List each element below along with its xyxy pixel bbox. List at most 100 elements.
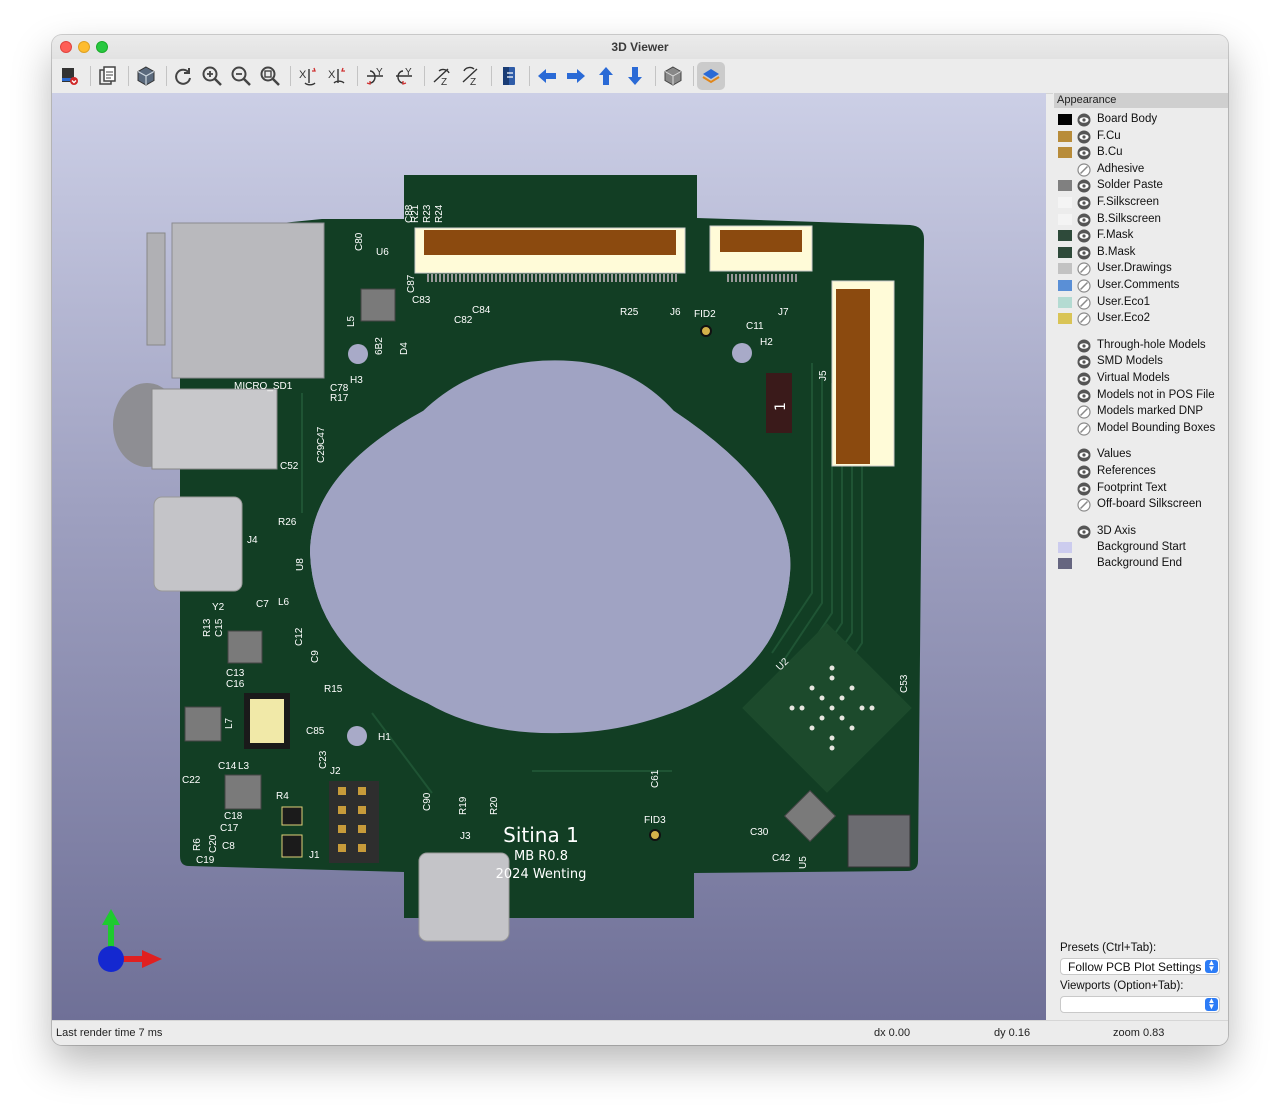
export-image-icon xyxy=(62,68,78,85)
zoom-out-button[interactable] xyxy=(227,62,255,90)
appearance-row[interactable]: Model Bounding Boxes xyxy=(1053,421,1228,437)
reload-icon xyxy=(175,68,191,85)
move-up-icon xyxy=(599,67,613,85)
rotate-x-cw-button[interactable]: X xyxy=(294,62,322,90)
visibility-on-icon[interactable] xyxy=(1077,482,1091,496)
appearance-row[interactable]: F.Cu xyxy=(1053,129,1228,145)
appearance-row[interactable]: User.Eco2 xyxy=(1053,311,1228,327)
copy-image-button[interactable] xyxy=(94,62,122,90)
visibility-off-icon[interactable] xyxy=(1077,279,1091,293)
3d-axis-icon xyxy=(98,909,162,972)
appearance-row[interactable]: B.Silkscreen xyxy=(1053,212,1228,228)
layers-manager-button[interactable] xyxy=(697,62,725,90)
ref-c12: C12 xyxy=(294,627,305,646)
rotate-x-ccw-button[interactable]: X xyxy=(323,62,351,90)
move-up-button[interactable] xyxy=(592,62,620,90)
visibility-on-icon[interactable] xyxy=(1077,130,1091,144)
appearance-row[interactable]: Background Start xyxy=(1053,540,1228,556)
appearance-row[interactable]: SMD Models xyxy=(1053,354,1228,370)
visibility-off-icon[interactable] xyxy=(1077,422,1091,436)
maximize-window-button[interactable] xyxy=(96,41,108,53)
layer-color-swatch[interactable] xyxy=(1058,296,1072,308)
ref-6b2: 6B2 xyxy=(374,337,385,355)
move-left-button[interactable] xyxy=(533,62,561,90)
layer-color-swatch[interactable] xyxy=(1058,147,1072,159)
appearance-row[interactable]: Virtual Models xyxy=(1053,371,1228,387)
layer-color-swatch[interactable] xyxy=(1058,130,1072,142)
reload-button[interactable] xyxy=(169,62,197,90)
visibility-off-icon[interactable] xyxy=(1077,163,1091,177)
export-image-button[interactable] xyxy=(56,62,84,90)
appearance-row[interactable]: F.Mask xyxy=(1053,228,1228,244)
ortho-projection-button[interactable] xyxy=(659,62,687,90)
layer-color-swatch[interactable] xyxy=(1058,230,1072,242)
layer-color-swatch[interactable] xyxy=(1058,197,1072,208)
visibility-on-icon[interactable] xyxy=(1077,389,1091,403)
appearance-row[interactable]: B.Cu xyxy=(1053,145,1228,161)
layer-color-swatch[interactable] xyxy=(1058,114,1072,125)
appearance-row[interactable]: Board Body xyxy=(1053,112,1228,128)
close-window-button[interactable] xyxy=(60,41,72,53)
visibility-on-icon[interactable] xyxy=(1077,465,1091,479)
raytrace-button[interactable] xyxy=(132,62,160,90)
rotate-y-ccw-button[interactable]: Y xyxy=(390,62,418,90)
appearance-row[interactable]: Off-board Silkscreen xyxy=(1053,497,1228,513)
appearance-row[interactable]: User.Drawings xyxy=(1053,261,1228,277)
rotate-z-ccw-button[interactable]: Z xyxy=(457,62,485,90)
visibility-on-icon[interactable] xyxy=(1077,179,1091,193)
appearance-row[interactable]: Footprint Text xyxy=(1053,481,1228,497)
zoom-in-button[interactable] xyxy=(198,62,226,90)
appearance-row[interactable]: Models not in POS File xyxy=(1053,388,1228,404)
visibility-on-icon[interactable] xyxy=(1077,246,1091,260)
appearance-row[interactable]: Background End xyxy=(1053,556,1228,572)
zoom-fit-button[interactable] xyxy=(256,62,284,90)
ref-r26: R26 xyxy=(278,517,297,528)
flip-board-button[interactable] xyxy=(495,62,523,90)
layer-color-swatch[interactable] xyxy=(1058,280,1072,291)
appearance-row[interactable]: Through-hole Models xyxy=(1053,338,1228,354)
visibility-off-icon[interactable] xyxy=(1077,498,1091,512)
visibility-on-icon[interactable] xyxy=(1077,448,1091,462)
ref-r20: R20 xyxy=(489,796,500,815)
zoom-out-icon xyxy=(231,66,251,86)
appearance-row[interactable]: B.Mask xyxy=(1053,245,1228,261)
layer-color-swatch[interactable] xyxy=(1058,180,1072,192)
visibility-on-icon[interactable] xyxy=(1077,146,1091,160)
visibility-off-icon[interactable] xyxy=(1077,312,1091,326)
appearance-row[interactable]: User.Comments xyxy=(1053,278,1228,294)
visibility-on-icon[interactable] xyxy=(1077,196,1091,210)
appearance-row[interactable]: User.Eco1 xyxy=(1053,295,1228,311)
rotate-y-cw-button[interactable]: Y xyxy=(361,62,389,90)
visibility-off-icon[interactable] xyxy=(1077,405,1091,419)
visibility-off-icon[interactable] xyxy=(1077,295,1091,310)
layer-color-swatch[interactable] xyxy=(1058,557,1072,569)
appearance-row[interactable]: 3D Axis xyxy=(1053,524,1228,540)
minimize-window-button[interactable] xyxy=(78,41,90,53)
visibility-on-icon[interactable] xyxy=(1077,339,1091,353)
viewports-select[interactable]: ▲ ▼ xyxy=(1060,996,1220,1013)
layer-color-swatch[interactable] xyxy=(1058,213,1072,225)
appearance-row[interactable]: F.Silkscreen xyxy=(1053,195,1228,211)
visibility-on-icon[interactable] xyxy=(1077,213,1091,227)
appearance-row[interactable]: Solder Paste xyxy=(1053,178,1228,194)
layer-color-swatch[interactable] xyxy=(1058,246,1072,258)
layer-color-swatch[interactable] xyxy=(1058,313,1072,325)
move-down-button[interactable] xyxy=(621,62,649,90)
presets-select[interactable]: Follow PCB Plot Settings ▲ ▼ xyxy=(1060,958,1220,975)
rotate-z-cw-button[interactable]: Z xyxy=(428,62,456,90)
visibility-on-icon[interactable] xyxy=(1077,229,1091,243)
ref-j2: J2 xyxy=(330,766,341,777)
appearance-row[interactable]: Adhesive xyxy=(1053,162,1228,178)
layer-color-swatch[interactable] xyxy=(1058,263,1072,275)
3d-viewport[interactable]: J6 J7 J4 J3 J2 J1 H1 H2 H3 FID2 FID3 MIC… xyxy=(52,93,1046,1020)
visibility-on-icon[interactable] xyxy=(1077,113,1091,127)
visibility-off-icon[interactable] xyxy=(1077,262,1091,276)
appearance-row[interactable]: Models marked DNP xyxy=(1053,404,1228,420)
visibility-on-icon[interactable] xyxy=(1077,525,1091,539)
visibility-on-icon[interactable] xyxy=(1077,372,1091,386)
appearance-row[interactable]: Values xyxy=(1053,447,1228,463)
appearance-row[interactable]: References xyxy=(1053,464,1228,480)
move-right-button[interactable] xyxy=(562,62,590,90)
layer-color-swatch[interactable] xyxy=(1058,541,1072,553)
visibility-on-icon[interactable] xyxy=(1077,355,1091,369)
